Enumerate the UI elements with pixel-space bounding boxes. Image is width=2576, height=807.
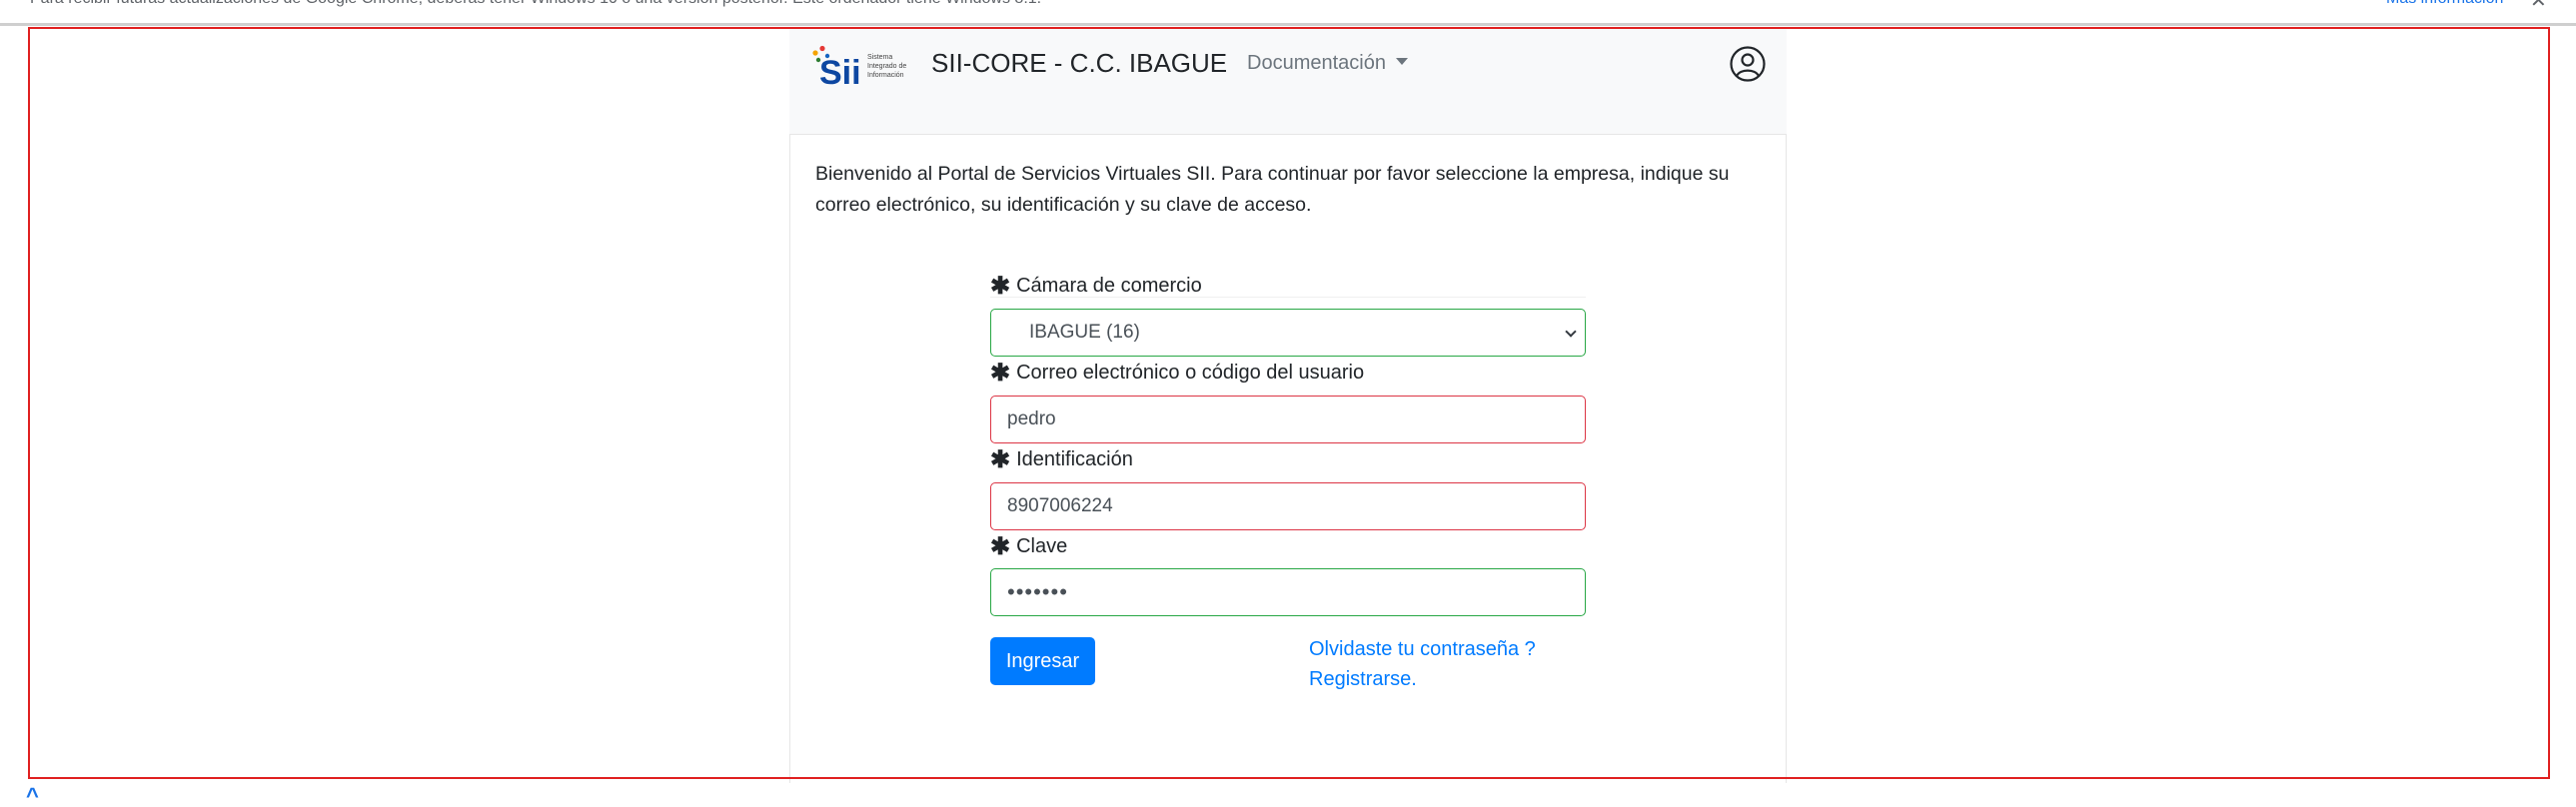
clave-label-text: Clave	[1016, 535, 1068, 557]
register-link[interactable]: Registrarse.	[1309, 668, 1417, 691]
camara-select[interactable]: IBAGUE (16)	[990, 309, 1586, 357]
welcome-text: Bienvenido al Portal de Servicios Virtua…	[815, 163, 1730, 216]
login-app: Sii Sistema Integrado de Información SII…	[789, 27, 1787, 783]
email-field[interactable]: pedro	[990, 396, 1586, 443]
identificacion-label: ✱ Identificación	[990, 443, 1133, 473]
navbar: Sii Sistema Integrado de Información SII…	[789, 27, 1787, 134]
browser-infobar: Para recibir futuras actualizaciones de …	[0, 0, 2576, 26]
user-circle-icon[interactable]	[1729, 45, 1767, 83]
login-card: Bienvenido al Portal de Servicios Virtua…	[789, 134, 1787, 783]
identificacion-label-text: Identificación	[1016, 448, 1133, 470]
documentation-dropdown[interactable]: Documentación	[1247, 52, 1408, 75]
chevron-down-icon	[1565, 326, 1577, 338]
email-label-text: Correo electrónico o código del usuario	[1016, 362, 1365, 384]
camara-label: ✱ Cámara de comercio	[990, 270, 1202, 300]
camara-label-text: Cámara de comercio	[1016, 275, 1202, 297]
label-divider	[990, 297, 1586, 298]
svg-text:Información: Información	[867, 72, 904, 79]
required-asterisk-icon: ✱	[990, 360, 1011, 387]
camara-select-value: IBAGUE (16)	[1029, 322, 1140, 343]
documentation-label: Documentación	[1247, 52, 1386, 74]
identificacion-field[interactable]: 8907006224	[990, 482, 1586, 530]
forgot-password-link[interactable]: Olvidaste tu contraseña ?	[1309, 638, 1536, 661]
infobar-message: Para recibir futuras actualizaciones de …	[30, 0, 1041, 8]
required-asterisk-icon: ✱	[990, 446, 1011, 473]
svg-text:Sistema: Sistema	[867, 54, 892, 61]
ingresar-button[interactable]: Ingresar	[990, 637, 1095, 685]
email-label: ✱ Correo electrónico o código del usuario	[990, 357, 1365, 387]
required-asterisk-icon: ✱	[990, 273, 1011, 300]
caret-down-icon	[1395, 58, 1408, 66]
required-asterisk-icon: ✱	[990, 533, 1011, 560]
infobar-more-info-link[interactable]: Más información	[2386, 0, 2503, 8]
sii-logo[interactable]: Sii Sistema Integrado de Información	[809, 44, 911, 90]
svg-text:Integrado de: Integrado de	[867, 63, 906, 70]
password-field[interactable]: •••••••	[990, 568, 1586, 616]
clave-label: ✱ Clave	[990, 530, 1068, 560]
svg-text:Sii: Sii	[819, 54, 861, 90]
infobar-close-icon[interactable]: ✕	[2530, 0, 2547, 13]
scroll-up-icon[interactable]: ^	[26, 783, 39, 807]
brand-title[interactable]: SII-CORE - C.C. IBAGUE	[931, 48, 1227, 79]
